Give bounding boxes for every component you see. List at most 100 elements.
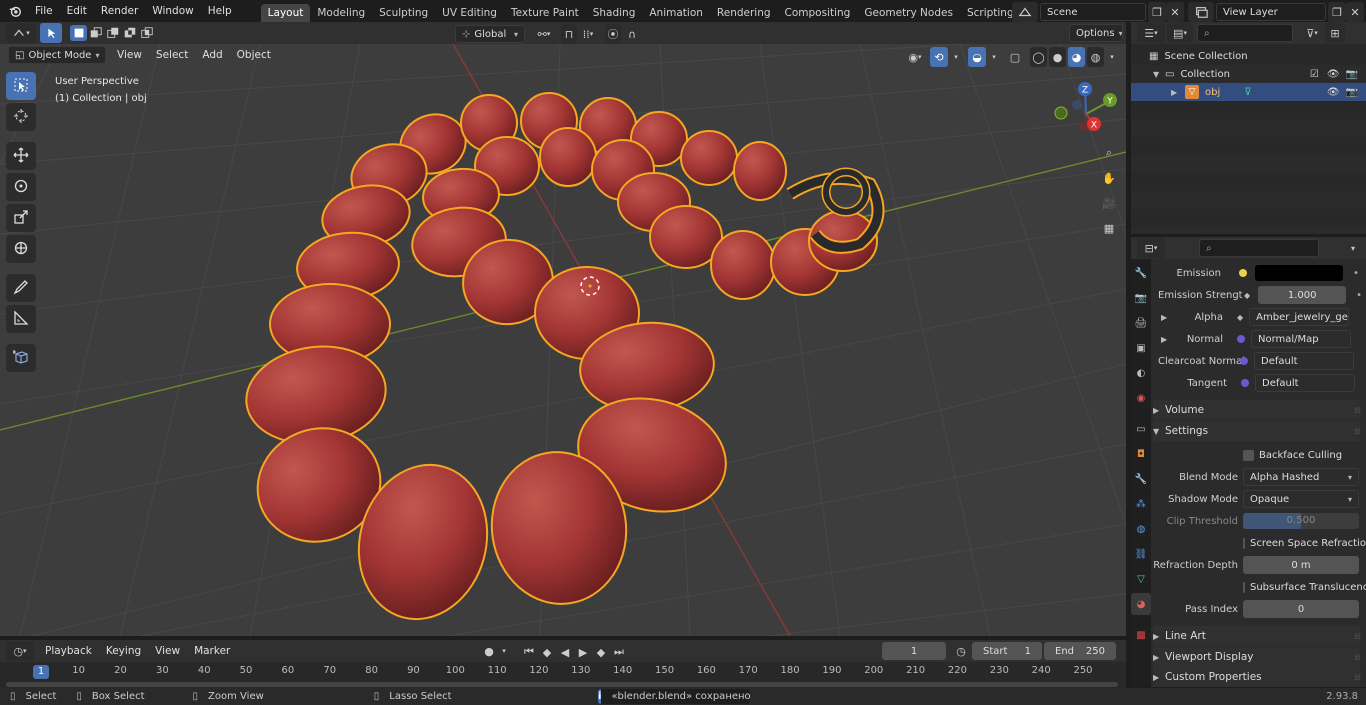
area-divider[interactable] xyxy=(1126,22,1131,688)
expand-chevron-icon[interactable]: ▶ xyxy=(1171,88,1185,97)
bead[interactable] xyxy=(680,130,738,186)
menu-help[interactable]: Help xyxy=(201,2,239,20)
exclude-checkbox[interactable]: ☑ xyxy=(1310,69,1319,80)
render-tab-icon[interactable]: 📷 xyxy=(1131,287,1151,309)
mode-dropdown[interactable]: ◱ Object Mode ▾ xyxy=(8,46,106,64)
pass-index-field[interactable]: 0 xyxy=(1243,600,1359,618)
new-view-layer-icon[interactable]: ❐ xyxy=(1328,2,1346,22)
visibility-filter-icon[interactable]: ◉ ▾ xyxy=(902,47,928,67)
camera-render-icon[interactable]: 📷 xyxy=(1346,69,1358,80)
line-art-panel-header[interactable]: ▶ Line Art ⁞⁞⁞⁞ xyxy=(1153,626,1361,646)
proportional-edit-icon[interactable]: ⦿ xyxy=(605,24,621,44)
clip-threshold-slider[interactable]: 0.500 xyxy=(1243,513,1359,529)
select-mode-subtract-icon[interactable] xyxy=(104,25,121,41)
menu-edit[interactable]: Edit xyxy=(60,2,94,20)
timeline-menu-playback[interactable]: Playback xyxy=(38,642,99,660)
current-frame-marker[interactable]: 1 xyxy=(33,665,49,679)
properties-options-icon[interactable]: ▾ xyxy=(1344,238,1362,258)
select-mode-invert-icon[interactable] xyxy=(121,25,138,41)
blend-mode-dropdown[interactable]: Alpha Hashed ▾ xyxy=(1243,468,1359,486)
clearcoat-normal-field[interactable]: Default xyxy=(1254,352,1354,370)
collection-tab-icon[interactable]: ▭ xyxy=(1131,418,1151,440)
scale-tool[interactable] xyxy=(6,204,36,232)
overlay-toggle-icon[interactable]: ◒ xyxy=(968,47,986,67)
blender-logo-icon[interactable] xyxy=(4,1,26,21)
jump-keyframe-back-icon[interactable]: ◆ xyxy=(538,642,556,662)
viewport-display-panel-header[interactable]: ▶ Viewport Display ⁞⁞⁞⁞ xyxy=(1153,647,1361,667)
xray-toggle-icon[interactable]: ▢ xyxy=(1006,47,1024,67)
select-mode-new-icon[interactable] xyxy=(70,25,87,41)
tab-rendering[interactable]: Rendering xyxy=(710,4,778,22)
tab-modeling[interactable]: Modeling xyxy=(310,4,372,22)
volume-panel-header[interactable]: ▶ Volume ⁞⁞⁞⁞ xyxy=(1153,400,1361,420)
drag-grip-icon[interactable]: ⁞⁞⁞⁞ xyxy=(1354,427,1361,436)
timeline-menu-marker[interactable]: Marker xyxy=(187,642,237,660)
keyframe-dot-icon[interactable]: • xyxy=(1353,268,1359,279)
new-collection-icon[interactable]: ⊞ xyxy=(1325,23,1345,43)
gizmo-toggle-icon[interactable]: ⟲ xyxy=(930,47,948,67)
viewport-menu-object[interactable]: Object xyxy=(230,46,278,64)
timeline-editor-type-icon[interactable]: ◷ ▾ xyxy=(6,641,34,661)
transform-tool[interactable] xyxy=(6,235,36,263)
outliner-display-mode-icon[interactable]: ▤ ▾ xyxy=(1167,23,1193,43)
properties-search-input[interactable]: ⌕ xyxy=(1199,239,1319,257)
tab-texture-paint[interactable]: Texture Paint xyxy=(504,4,586,22)
move-tool[interactable] xyxy=(6,142,36,170)
shadow-mode-dropdown[interactable]: Opaque ▾ xyxy=(1243,490,1359,508)
viewport-menu-view[interactable]: View xyxy=(110,46,149,64)
shading-options-icon[interactable]: ▾ xyxy=(1106,47,1118,67)
expand-chevron-icon[interactable]: ▼ xyxy=(1153,70,1165,79)
select-mode-extend-icon[interactable] xyxy=(87,25,104,41)
current-frame-field[interactable]: 1 xyxy=(882,642,946,660)
material-tab-icon[interactable]: ◕ xyxy=(1131,593,1151,615)
select-tool-icon[interactable] xyxy=(40,23,62,43)
jump-start-icon[interactable]: ⏮ xyxy=(520,642,538,662)
constraints-tab-icon[interactable]: ⛓ xyxy=(1131,543,1151,565)
timeline-scrollbar[interactable] xyxy=(6,682,1118,687)
rotate-tool[interactable] xyxy=(6,173,36,201)
preview-range-icon[interactable]: ◷ xyxy=(952,641,970,661)
outliner-row-obj[interactable]: ▶ ▽ obj ⊽ 👁 📷 xyxy=(1131,83,1366,101)
output-tab-icon[interactable]: 🖨 xyxy=(1131,312,1151,334)
jump-keyframe-forward-icon[interactable]: ◆ xyxy=(592,642,610,662)
outliner-row-scene-collection[interactable]: ▦ Scene Collection xyxy=(1131,47,1366,65)
material-shading-icon[interactable]: ◕ xyxy=(1068,47,1085,67)
view-layer-tab-icon[interactable]: ▣ xyxy=(1131,337,1151,359)
tool-tab-icon[interactable]: 🔧 xyxy=(1131,262,1151,284)
viewport-menu-add[interactable]: Add xyxy=(195,46,229,64)
eye-icon[interactable]: 👁 xyxy=(1327,69,1340,80)
ssr-checkbox[interactable] xyxy=(1243,537,1245,549)
particles-tab-icon[interactable]: ⁂ xyxy=(1131,493,1151,515)
tab-animation[interactable]: Animation xyxy=(642,4,710,22)
eye-icon[interactable]: 👁 xyxy=(1327,87,1340,98)
backface-culling-row[interactable]: Backface Culling xyxy=(1243,446,1363,464)
world-tab-icon[interactable]: ◉ xyxy=(1131,387,1151,409)
auto-keying-options-icon[interactable]: ▾ xyxy=(498,641,510,661)
outliner-row-collection[interactable]: ▼ ▭ Collection ☑ 👁 📷 xyxy=(1131,65,1366,83)
cursor-tool[interactable] xyxy=(6,103,36,131)
refraction-depth-field[interactable]: 0 m xyxy=(1243,556,1359,574)
bead[interactable] xyxy=(733,141,787,201)
delete-scene-icon[interactable]: ✕ xyxy=(1166,2,1184,22)
timeline-menu-view[interactable]: View xyxy=(148,642,187,660)
emission-strength-field[interactable]: 1.000 xyxy=(1258,286,1347,304)
proportional-falloff-icon[interactable]: ∩ xyxy=(621,24,643,44)
keyframe-dot-icon[interactable]: • xyxy=(1356,290,1362,301)
scene-selector-icon[interactable] xyxy=(1012,2,1038,22)
camera-view-icon[interactable]: 🎥 xyxy=(1098,192,1120,214)
orthographic-toggle-icon[interactable]: ▦ xyxy=(1098,217,1120,239)
filter-icon[interactable]: ⊽ ▾ xyxy=(1299,23,1325,43)
physics-tab-icon[interactable]: ◍ xyxy=(1131,518,1151,540)
snap-icon[interactable]: ⊓ xyxy=(561,24,577,44)
viewport-menu-select[interactable]: Select xyxy=(149,46,195,64)
menu-window[interactable]: Window xyxy=(145,2,200,20)
expand-chevron-icon[interactable]: ▶ xyxy=(1161,335,1173,344)
tab-sculpting[interactable]: Sculpting xyxy=(372,4,435,22)
select-box-tool[interactable] xyxy=(6,72,36,100)
normal-link-field[interactable]: Normal/Map xyxy=(1251,330,1351,348)
tab-layout[interactable]: Layout xyxy=(260,4,311,22)
modifier-tab-icon[interactable]: 🔧 xyxy=(1131,468,1151,490)
drag-grip-icon[interactable]: ⁞⁞⁞⁞ xyxy=(1354,406,1361,415)
start-frame-field[interactable]: Start 1 xyxy=(972,642,1042,660)
pivot-point-icon[interactable]: ⚯ ▾ xyxy=(531,24,557,44)
